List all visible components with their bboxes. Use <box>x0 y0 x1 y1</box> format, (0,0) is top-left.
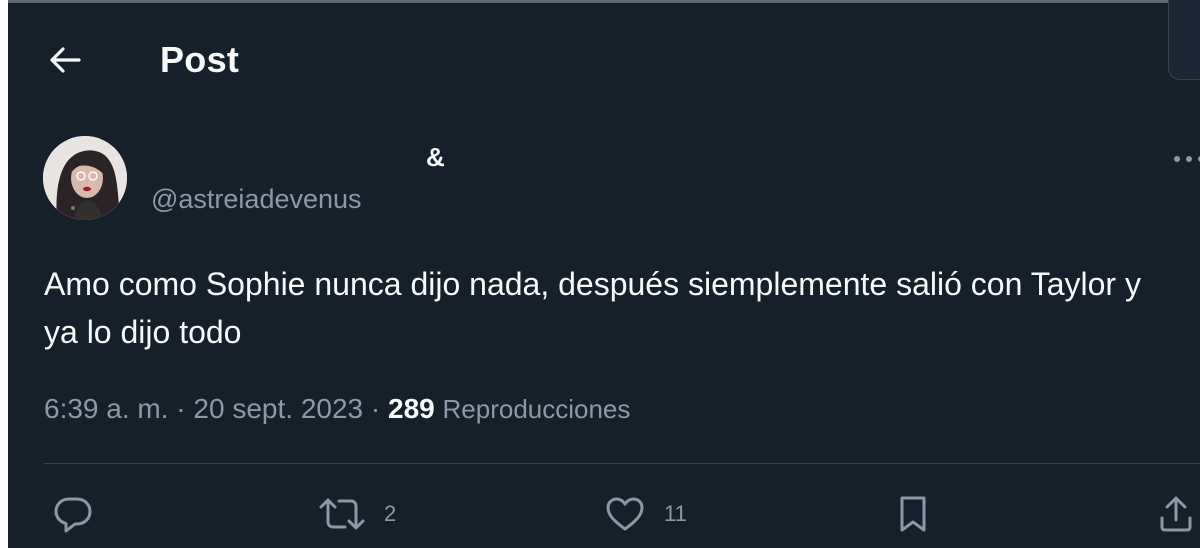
meta-separator: · <box>363 393 388 424</box>
more-options-button[interactable] <box>1168 145 1200 171</box>
divider <box>44 463 1200 464</box>
more-dots-icon <box>1174 156 1180 162</box>
share-button[interactable] <box>1156 494 1196 534</box>
page-header: Post <box>8 3 1168 113</box>
repost-icon <box>319 498 365 530</box>
side-panel-edge <box>1168 0 1200 80</box>
more-dots-icon-dot <box>1186 156 1192 162</box>
post-date[interactable]: 20 sept. 2023 <box>193 393 363 424</box>
arrow-left-icon <box>50 47 81 73</box>
back-button[interactable] <box>42 37 88 83</box>
meta-separator: · <box>168 393 194 424</box>
reply-button[interactable] <box>52 494 112 534</box>
avatar[interactable] <box>43 136 127 220</box>
like-button[interactable]: 11 <box>604 494 687 534</box>
post-meta: 6:39 a. m. · 20 sept. 2023 · 289 Reprodu… <box>44 393 630 425</box>
views-label: Reproducciones <box>442 394 631 424</box>
reply-bubble-icon <box>54 497 92 533</box>
window-left-edge <box>0 0 8 548</box>
avatar-photo <box>43 136 127 220</box>
post-detail-view: Post & @astreiadevenus Amo como Sophie n… <box>0 0 1200 548</box>
views-count: 289 <box>388 393 435 424</box>
bookmark-icon <box>900 496 926 532</box>
heart-icon <box>606 497 644 531</box>
post-text: Amo como Sophie nunca dijo nada, después… <box>44 266 1141 350</box>
repost-button[interactable]: 2 <box>318 494 396 534</box>
page-title: Post <box>160 39 240 80</box>
like-count: 11 <box>664 501 687 526</box>
share-icon <box>1160 496 1192 532</box>
author-handle[interactable]: @astreiadevenus <box>151 184 362 215</box>
repost-count: 2 <box>384 501 397 526</box>
post-time[interactable]: 6:39 a. m. <box>44 393 169 424</box>
bookmark-button[interactable] <box>893 494 933 534</box>
author-display-name[interactable]: & <box>426 142 445 173</box>
